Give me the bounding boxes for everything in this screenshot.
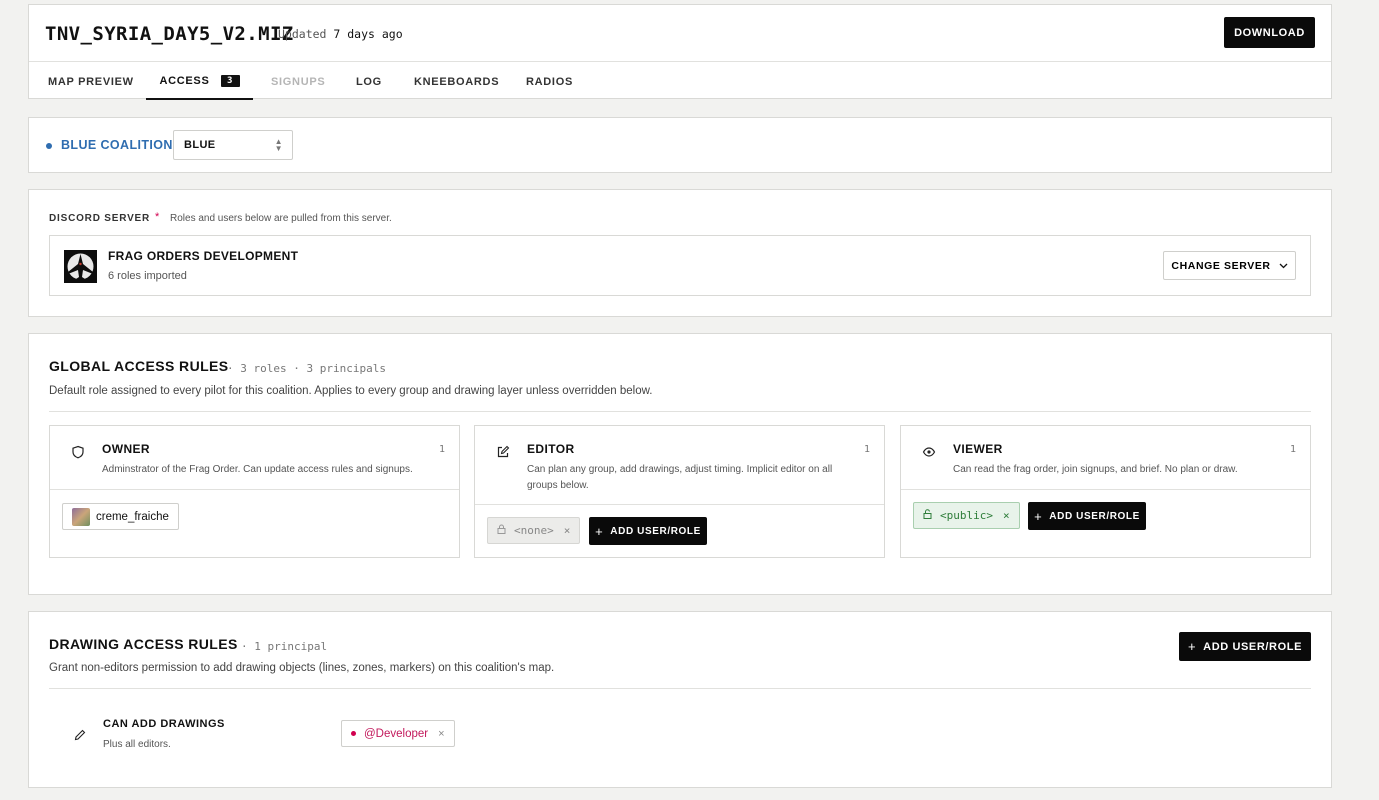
principal-chip-user: creme_fraiche: [62, 503, 179, 530]
coalition-selected-value: BLUE: [184, 139, 216, 151]
change-server-label: CHANGE SERVER: [1171, 259, 1271, 272]
tab-kneeboards[interactable]: KNEEBOARDS: [414, 63, 499, 100]
role-card-header: EDITOR 1 Can plan any group, add drawing…: [475, 426, 884, 505]
role-count: 1: [863, 444, 870, 455]
section-description: Grant non-editors permission to add draw…: [49, 662, 555, 674]
download-button[interactable]: DOWNLOAD: [1224, 17, 1315, 48]
drawing-access-rules-panel: DRAWING ACCESS RULES · 1 principal Grant…: [28, 611, 1332, 788]
role-name: OWNER: [102, 442, 150, 456]
access-count-badge: 3: [220, 74, 240, 87]
avatar: [72, 507, 90, 526]
header-top-bar: TNV_SYRIA_DAY5_V2.MIZ Updated 7 days ago…: [29, 5, 1331, 62]
tab-signups: SIGNUPS: [271, 63, 325, 100]
file-title: TNV_SYRIA_DAY5_V2.MIZ: [45, 23, 294, 45]
section-description: Default role assigned to every pilot for…: [49, 385, 653, 397]
add-user-role-label: ADD USER/ROLE: [1049, 510, 1140, 522]
tab-bar: MAP PREVIEW ACCESS 3 SIGNUPS LOG KNEEBOA…: [29, 63, 1331, 100]
principal-chip-role: @Developer ×: [341, 720, 455, 747]
role-description: Can read the frag order, join signups, a…: [953, 464, 1238, 475]
required-marker: *: [155, 211, 160, 223]
server-card: FRAG ORDERS DEVELOPMENT 6 roles imported…: [49, 235, 1311, 296]
chevron-up-down-icon: ▲ ▼: [274, 137, 283, 153]
tab-label: KNEEBOARDS: [414, 75, 500, 88]
principal-label: <public>: [940, 509, 993, 522]
principal-label: creme_fraiche: [96, 510, 169, 523]
role-count: 1: [1289, 444, 1296, 455]
coalition-color-dot: [46, 143, 52, 149]
tab-label: MAP PREVIEW: [48, 75, 134, 88]
section-divider: [49, 411, 1311, 412]
chevron-down-icon: [1279, 261, 1288, 271]
discord-server-panel: DISCORD SERVER * Roles and users below a…: [28, 189, 1332, 317]
lock-icon: [497, 524, 506, 537]
server-logo-icon: [64, 250, 97, 283]
role-description: Can plan any group, add drawings, adjust…: [527, 464, 833, 491]
server-roles-count: 6 roles imported: [108, 270, 187, 282]
global-access-rules-panel: GLOBAL ACCESS RULES · 3 roles · 3 princi…: [28, 333, 1332, 595]
updated-prefix: Updated: [278, 27, 327, 41]
coalition-label: BLUE COALITION: [61, 138, 173, 152]
role-description: Adminstrator of the Frag Order. Can upda…: [102, 464, 413, 475]
coalition-select[interactable]: BLUE ▲ ▼: [173, 130, 293, 160]
section-title: GLOBAL ACCESS RULES: [49, 358, 229, 374]
plus-icon: +: [1187, 639, 1197, 654]
tab-label: ACCESS: [159, 74, 210, 87]
role-name: EDITOR: [527, 442, 575, 456]
add-user-role-label: ADD USER/ROLE: [610, 525, 701, 537]
remove-principal-icon[interactable]: ×: [564, 524, 571, 537]
add-user-role-label: ADD USER/ROLE: [1203, 640, 1303, 653]
role-card-header: VIEWER 1 Can read the frag order, join s…: [901, 426, 1310, 490]
coalition-bar: BLUE COALITION BLUE ▲ ▼: [28, 117, 1332, 173]
role-card-owner: OWNER 1 Adminstrator of the Frag Order. …: [49, 425, 460, 558]
eye-icon: [922, 445, 936, 459]
add-drawing-principal-button[interactable]: + ADD USER/ROLE: [1179, 632, 1311, 661]
tab-label: RADIOS: [526, 75, 573, 88]
role-card-editor: EDITOR 1 Can plan any group, add drawing…: [474, 425, 885, 558]
remove-principal-icon[interactable]: ×: [438, 728, 444, 740]
remove-principal-icon[interactable]: ×: [1003, 509, 1010, 522]
section-title: DRAWING ACCESS RULES: [49, 636, 238, 652]
drawing-rule-sub: Plus all editors.: [103, 739, 171, 750]
principal-label: @Developer: [364, 727, 429, 740]
plus-icon: +: [595, 523, 604, 539]
role-color-dot: [351, 731, 356, 736]
plus-icon: +: [1034, 508, 1043, 524]
shield-icon: [71, 445, 85, 459]
role-card-header: OWNER 1 Adminstrator of the Frag Order. …: [50, 426, 459, 490]
section-meta: · 1 principal: [241, 640, 328, 653]
principal-chip-none: <none> ×: [487, 517, 581, 544]
principal-label: <none>: [514, 524, 554, 537]
tab-radios[interactable]: RADIOS: [526, 63, 573, 100]
server-name: FRAG ORDERS DEVELOPMENT: [108, 249, 299, 263]
updated-timestamp: Updated 7 days ago: [278, 27, 403, 41]
add-user-role-button[interactable]: + ADD USER/ROLE: [1028, 502, 1146, 530]
change-server-button[interactable]: CHANGE SERVER: [1163, 251, 1296, 280]
section-divider: [49, 688, 1311, 689]
add-user-role-button[interactable]: + ADD USER/ROLE: [589, 517, 707, 545]
tab-map-preview[interactable]: MAP PREVIEW: [48, 63, 134, 100]
role-name: VIEWER: [953, 442, 1003, 456]
tab-label: LOG: [356, 75, 382, 88]
discord-server-label: DISCORD SERVER: [49, 213, 151, 224]
pencil-icon: [73, 728, 87, 742]
tab-label: SIGNUPS: [271, 75, 326, 88]
pencil-square-icon: [496, 445, 510, 459]
file-header: TNV_SYRIA_DAY5_V2.MIZ Updated 7 days ago…: [28, 4, 1332, 100]
discord-server-note: Roles and users below are pulled from th…: [170, 213, 392, 224]
section-meta: · 3 roles · 3 principals: [227, 362, 386, 375]
tab-access[interactable]: ACCESS 3: [146, 63, 253, 100]
updated-value: 7 days ago: [333, 27, 403, 41]
role-card-viewer: VIEWER 1 Can read the frag order, join s…: [900, 425, 1311, 558]
role-count: 1: [438, 444, 445, 455]
unlock-icon: [923, 509, 932, 522]
tab-log[interactable]: LOG: [356, 63, 382, 100]
drawing-rule-name: CAN ADD DRAWINGS: [103, 718, 225, 730]
principal-chip-public: <public> ×: [913, 502, 1020, 529]
